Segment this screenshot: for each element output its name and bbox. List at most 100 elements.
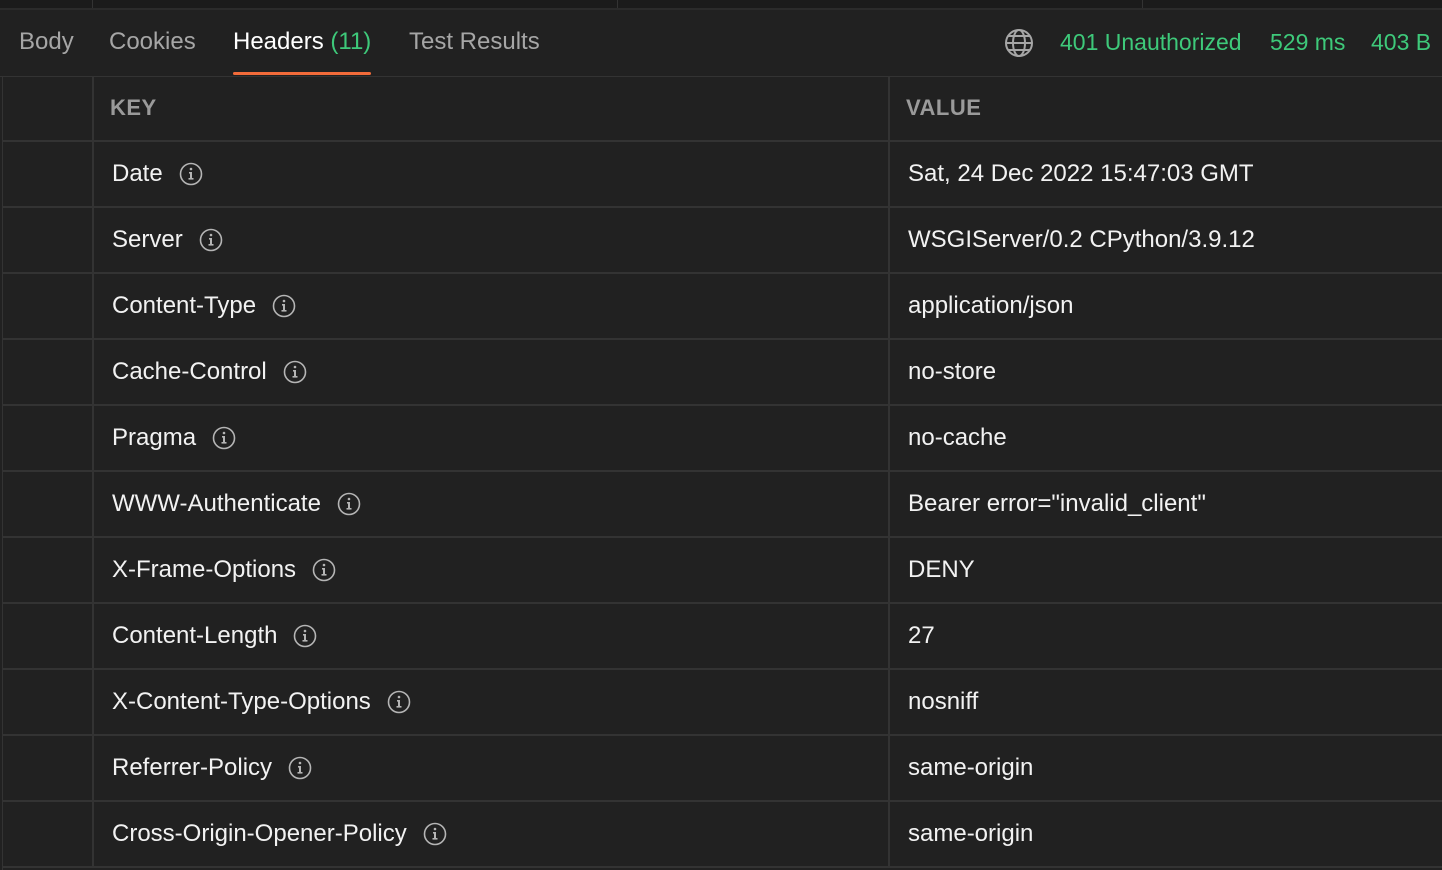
header-value-cell[interactable]: WSGIServer/0.2 CPython/3.9.12 (890, 208, 1442, 272)
header-key-cell[interactable]: Server (94, 208, 890, 272)
key-column-header: KEY (94, 76, 890, 140)
header-key-cell[interactable]: X-Content-Type-Options (94, 670, 890, 734)
info-icon[interactable] (272, 294, 296, 318)
row-gutter (3, 76, 94, 140)
table-row: Pragma no-cache (3, 406, 1442, 472)
header-key: WWW-Authenticate (112, 490, 321, 517)
tab-headers[interactable]: Headers (11) (233, 10, 372, 75)
header-value: Sat, 24 Dec 2022 15:47:03 GMT (908, 160, 1254, 187)
header-key-wrap: Content-Type (112, 274, 296, 338)
table-row: WWW-Authenticate Bearer error="invalid_cl… (3, 472, 1442, 538)
header-value: nosniff (908, 688, 979, 715)
header-key-cell[interactable]: Cross-Origin-Opener-Policy (94, 802, 890, 866)
header-value-cell[interactable]: Bearer error="invalid_client" (890, 472, 1442, 536)
row-gutter (3, 208, 94, 272)
table-row: X-Content-Type-Options nosniff (3, 670, 1442, 736)
table-row: Cross-Origin-Opener-Policy same-origin (3, 802, 1442, 868)
table-row: Date Sat, 24 Dec 2022 15:47:03 GMT (3, 142, 1442, 208)
header-value: no-cache (908, 424, 1007, 451)
info-icon[interactable] (212, 426, 236, 450)
row-gutter (3, 274, 94, 338)
info-icon[interactable] (293, 624, 317, 648)
top-pane-edge (0, 0, 1442, 10)
top-pane-divider (1142, 0, 1143, 8)
value-header-label: VALUE (906, 95, 982, 120)
header-value-cell[interactable]: same-origin (890, 736, 1442, 800)
header-key: Referrer-Policy (112, 754, 273, 781)
tab-label: Test Results (409, 28, 540, 55)
row-gutter (3, 604, 94, 668)
header-key-wrap: X-Frame-Options (112, 538, 336, 602)
header-key-wrap: Cross-Origin-Opener-Policy (112, 802, 447, 866)
row-gutter (3, 406, 94, 470)
status-code[interactable]: 401 Unauthorized (1060, 10, 1242, 74)
table-row: Content-Length 27 (3, 604, 1442, 670)
header-value: DENY (908, 556, 975, 583)
header-key-wrap: Date (112, 142, 203, 206)
tab-cookies[interactable]: Cookies (109, 10, 196, 74)
row-gutter (3, 538, 94, 602)
header-key: Content-Length (112, 622, 278, 649)
info-icon[interactable] (288, 756, 312, 780)
tab-body[interactable]: Body (19, 10, 74, 74)
response-time[interactable]: 529 ms (1270, 10, 1345, 74)
header-key-wrap: WWW-Authenticate (112, 472, 361, 536)
table-row: Referrer-Policy same-origin (3, 736, 1442, 802)
header-key-cell[interactable]: Content-Type (94, 274, 890, 338)
header-value-cell[interactable]: Sat, 24 Dec 2022 15:47:03 GMT (890, 142, 1442, 206)
info-icon[interactable] (337, 492, 361, 516)
table-row: Content-Type application/json (3, 274, 1442, 340)
header-value: same-origin (908, 820, 1034, 847)
header-value: no-store (908, 358, 997, 385)
header-key-cell[interactable]: Cache-Control (94, 340, 890, 404)
tab-test-results[interactable]: Test Results (409, 10, 540, 74)
header-key-wrap: Referrer-Policy (112, 736, 312, 800)
header-key-wrap: X-Content-Type-Options (112, 670, 411, 734)
info-icon[interactable] (423, 822, 447, 846)
top-pane-divider (617, 0, 618, 8)
tab-label: Body (19, 28, 74, 55)
table-header-row: KEY VALUE (3, 76, 1442, 142)
header-value-cell[interactable]: no-cache (890, 406, 1442, 470)
table-row: Cache-Control no-store (3, 340, 1442, 406)
top-pane-divider (92, 0, 93, 8)
tab-label: Headers (233, 28, 324, 55)
header-value-cell[interactable]: application/json (890, 274, 1442, 338)
header-key-wrap: Pragma (112, 406, 236, 470)
header-key-cell[interactable]: Content-Length (94, 604, 890, 668)
row-gutter (3, 472, 94, 536)
header-key: Content-Type (112, 292, 257, 319)
header-value-cell[interactable]: same-origin (890, 802, 1442, 866)
headers-table: KEY VALUE Date Sat, 24 Dec 2022 15:47:03 … (2, 76, 1442, 870)
header-key-cell[interactable]: Date (94, 142, 890, 206)
header-key-cell[interactable]: X-Frame-Options (94, 538, 890, 602)
header-value-cell[interactable]: nosniff (890, 670, 1442, 734)
header-value: application/json (908, 292, 1074, 319)
info-icon[interactable] (179, 162, 203, 186)
header-key-wrap: Content-Length (112, 604, 317, 668)
header-value-cell[interactable]: DENY (890, 538, 1442, 602)
header-value: same-origin (908, 754, 1034, 781)
header-key: Pragma (112, 424, 197, 451)
header-key-wrap: Server (112, 208, 223, 272)
response-tab-bar: Body Cookies Headers (11) Test Results 4… (0, 10, 1442, 77)
key-header-label: KEY (110, 95, 157, 120)
row-gutter (3, 670, 94, 734)
response-size[interactable]: 403 B (1371, 10, 1431, 74)
value-column-header: VALUE (890, 76, 1442, 140)
globe-icon[interactable] (1003, 27, 1035, 59)
info-icon[interactable] (283, 360, 307, 384)
tab-label: Cookies (109, 28, 196, 55)
header-key-cell[interactable]: Pragma (94, 406, 890, 470)
header-value-cell[interactable]: 27 (890, 604, 1442, 668)
table-row: X-Frame-Options DENY (3, 538, 1442, 604)
header-key-cell[interactable]: WWW-Authenticate (94, 472, 890, 536)
header-value-cell[interactable]: no-store (890, 340, 1442, 404)
row-gutter (3, 142, 94, 206)
info-icon[interactable] (387, 690, 411, 714)
header-value: Bearer error="invalid_client" (908, 490, 1206, 517)
header-key-cell[interactable]: Referrer-Policy (94, 736, 890, 800)
tab-count-badge: (11) (330, 28, 372, 55)
info-icon[interactable] (312, 558, 336, 582)
info-icon[interactable] (199, 228, 223, 252)
